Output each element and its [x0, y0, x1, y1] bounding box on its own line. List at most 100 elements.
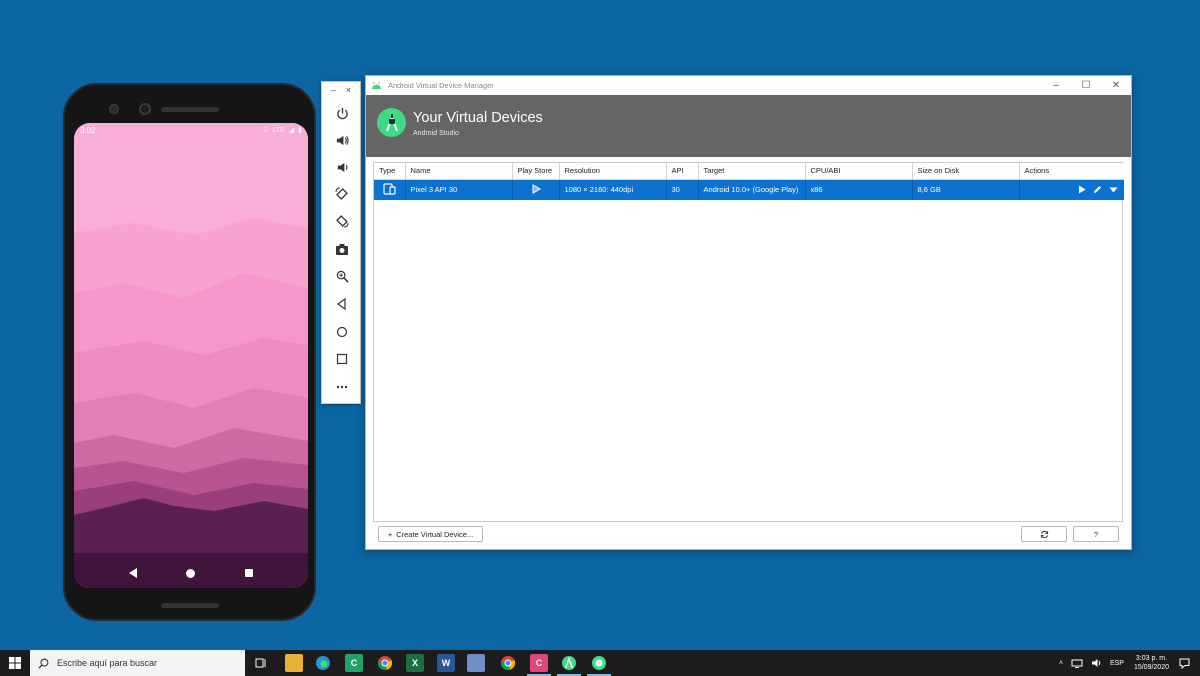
volume-down-icon — [337, 162, 347, 172]
header-banner: Your Virtual Devices Android Studio — [366, 95, 1131, 157]
refresh-icon — [1040, 530, 1048, 538]
power-button[interactable] — [330, 102, 354, 124]
excel-icon[interactable]: X — [406, 654, 424, 672]
rotate-right-button[interactable] — [330, 210, 354, 232]
notes-app-icon[interactable] — [467, 654, 485, 672]
phone-screen[interactable]: 3:02 ▽ LTE ◢ ▮ — [74, 123, 308, 588]
volume-down-button[interactable] — [330, 156, 354, 178]
overview-icon — [336, 353, 348, 365]
front-sensor — [109, 104, 119, 114]
network-icon[interactable] — [1071, 659, 1083, 668]
language-indicator[interactable]: ESP — [1110, 660, 1124, 667]
windows-logo-icon — [9, 657, 21, 669]
edge-icon[interactable] — [314, 654, 332, 672]
column-header-type[interactable]: Type — [374, 163, 406, 180]
header-title: Your Virtual Devices — [413, 110, 543, 126]
header-subtitle: Android Studio — [413, 130, 459, 137]
android-studio-taskbar-icon[interactable] — [560, 654, 578, 672]
zoom-icon — [336, 270, 349, 283]
target-cell: Android 10.0+ (Google Play) — [698, 179, 806, 200]
play-store-icon — [532, 183, 541, 194]
camera-icon — [336, 243, 348, 255]
device-type-cell — [374, 179, 406, 200]
back-icon[interactable] — [128, 568, 137, 578]
windows-taskbar: Escribe aquí para buscar C X W C ˄ ESP 3… — [0, 650, 1200, 676]
wifi-icon: ▽ — [263, 127, 269, 134]
power-icon — [336, 107, 348, 119]
window-titlebar[interactable]: Android Virtual Device Manager – ☐ ✕ — [366, 76, 1131, 95]
battery-icon: ▮ — [298, 127, 302, 134]
column-header-cpu[interactable]: CPU/ABI — [805, 163, 913, 180]
window-minimize-button[interactable]: – — [1041, 76, 1071, 95]
table-row[interactable]: Pixel 3 API 30 1080 × 2160: 440dpi 30 An… — [374, 179, 1124, 200]
search-placeholder: Escribe aquí para buscar — [57, 658, 158, 668]
taskbar-search-input[interactable]: Escribe aquí para buscar — [30, 650, 245, 676]
overview-button[interactable] — [330, 348, 354, 370]
actions-cell — [1019, 179, 1124, 200]
volume-up-icon — [336, 135, 349, 145]
column-header-name[interactable]: Name — [405, 163, 513, 180]
window-maximize-button[interactable]: ☐ — [1071, 76, 1101, 95]
cpu-cell: x86 — [805, 179, 913, 200]
column-header-api[interactable]: API — [666, 163, 699, 180]
column-header-resolution[interactable]: Resolution — [559, 163, 667, 180]
chrome-profile-icon[interactable] — [499, 654, 517, 672]
phone-time: 3:02 — [80, 125, 96, 135]
volume-icon[interactable] — [1091, 658, 1102, 668]
column-header-size[interactable]: Size on Disk — [912, 163, 1020, 180]
rotate-left-button[interactable] — [330, 183, 354, 205]
refresh-button[interactable] — [1021, 526, 1067, 542]
toolbar-close-button[interactable]: × — [346, 85, 351, 95]
help-button[interactable]: ? — [1073, 526, 1119, 542]
bottom-bar: + Create Virtual Device... ? — [366, 524, 1131, 550]
network-label: LTE — [272, 126, 285, 134]
device-name-cell: Pixel 3 API 30 — [405, 179, 513, 200]
edit-pencil-icon[interactable] — [1093, 185, 1102, 194]
zoom-button[interactable] — [330, 265, 354, 287]
rotate-right-icon — [336, 215, 349, 228]
signal-icon: ◢ — [288, 127, 295, 134]
clip-app-icon[interactable]: C — [530, 654, 548, 672]
more-button[interactable] — [330, 376, 354, 398]
help-button-label: ? — [1093, 529, 1099, 539]
devices-table: Type Name Play Store Resolution API Targ… — [374, 163, 1124, 200]
screenshot-button[interactable] — [330, 238, 354, 260]
notification-icon[interactable] — [1179, 658, 1190, 669]
back-button[interactable] — [330, 293, 354, 315]
phone-status-bar: 3:02 ▽ LTE ◢ ▮ — [74, 123, 308, 137]
task-view-icon — [255, 658, 266, 668]
chrome-icon[interactable] — [376, 654, 394, 672]
window-close-button[interactable]: ✕ — [1101, 76, 1131, 95]
phone-nav-bar — [74, 558, 308, 588]
system-tray: ˄ ESP 3:03 p. m. 15/09/2020 — [1059, 650, 1200, 676]
column-header-target[interactable]: Target — [698, 163, 806, 180]
emulator-taskbar-icon[interactable] — [590, 654, 608, 672]
home-button[interactable] — [330, 321, 354, 343]
clock-time: 3:03 p. m. — [1135, 655, 1168, 662]
task-view-button[interactable] — [252, 654, 270, 672]
chevron-up-icon[interactable]: ˄ — [1059, 660, 1063, 667]
column-header-actions[interactable]: Actions — [1019, 163, 1124, 180]
earpiece — [161, 107, 219, 112]
dropdown-arrow-icon[interactable] — [1109, 187, 1118, 193]
more-icon — [336, 385, 348, 389]
table-header-row: Type Name Play Store Resolution API Targ… — [374, 163, 1124, 180]
clock[interactable]: 3:03 p. m. 15/09/2020 — [1134, 654, 1169, 672]
plus-icon: + — [387, 529, 393, 539]
volume-up-button[interactable] — [330, 129, 354, 151]
emulator-toolbar: – × — [321, 81, 361, 404]
start-button[interactable] — [0, 650, 30, 676]
column-header-play-store[interactable]: Play Store — [512, 163, 560, 180]
create-virtual-device-button[interactable]: + Create Virtual Device... — [378, 526, 483, 542]
home-icon[interactable] — [186, 568, 196, 578]
camtasia-icon[interactable]: C — [345, 654, 363, 672]
file-explorer-icon[interactable] — [285, 654, 303, 672]
overview-icon[interactable] — [245, 569, 254, 577]
create-virtual-device-label: Create Virtual Device... — [396, 529, 474, 539]
word-icon[interactable]: W — [437, 654, 455, 672]
toolbar-minimize-button[interactable]: – — [331, 85, 336, 95]
avd-manager-window: Android Virtual Device Manager – ☐ ✕ You… — [365, 75, 1132, 550]
launch-play-icon[interactable] — [1078, 185, 1086, 194]
home-icon — [336, 326, 348, 338]
resolution-cell: 1080 × 2160: 440dpi — [559, 179, 667, 200]
